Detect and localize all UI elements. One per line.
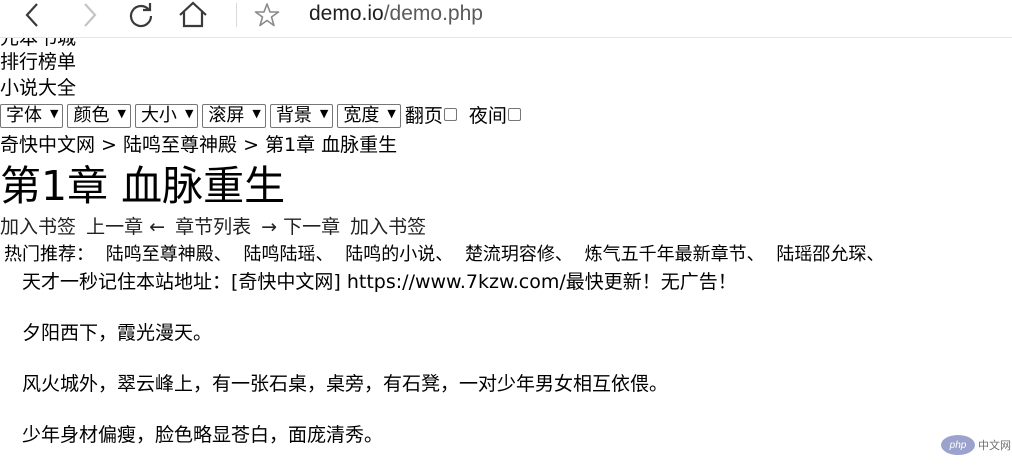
recommend-link[interactable]: 陆鸣至尊神殿、 [106, 244, 232, 265]
content-paragraph: 少年身材偏瘦，脸色略显苍白，面庞清秀。 [22, 424, 384, 446]
chapter-title: 第1章 血脉重生 [0, 162, 286, 210]
url-path: /demo.php [383, 2, 483, 25]
chevron-down-icon: ▼ [387, 107, 396, 120]
night-mode-checkbox[interactable] [507, 108, 521, 121]
hot-recommendations: 热门推荐： 陆鸣至尊神殿、 陆鸣陆瑶、 陆鸣的小说、 楚流玥容修、 炼气五千年最… [4, 243, 884, 267]
width-select[interactable]: 宽度 ▼ [337, 104, 401, 128]
reload-icon [129, 3, 153, 28]
forward-button[interactable] [74, 0, 104, 30]
content-paragraph: 天才一秒记住本站地址：[奇快中文网] https://www.7kzw.com/… [22, 271, 737, 293]
php-logo: php [941, 435, 975, 455]
recommend-link[interactable]: 楚流玥容修、 [465, 244, 573, 265]
page-turn-label: 翻页 [404, 105, 443, 127]
size-select[interactable]: 大小 ▼ [134, 104, 199, 128]
forward-arrow-icon [84, 3, 97, 27]
prev-chapter-link[interactable]: 上一章 ← [86, 216, 165, 238]
width-select-label: 宽度 [343, 105, 380, 126]
bookmark-star-button[interactable] [253, 0, 281, 30]
chevron-down-icon: ▼ [117, 107, 126, 120]
chevron-down-icon: ▼ [50, 107, 59, 120]
url-host: demo.io [309, 2, 384, 25]
font-select-label: 字体 [6, 105, 42, 126]
address-bar[interactable]: demo.io/demo.php [309, 0, 483, 30]
home-button[interactable] [176, 0, 210, 30]
page-turn-option: 翻页 [405, 104, 457, 128]
color-select[interactable]: 颜色 ▼ [67, 104, 131, 128]
toolbar-divider [236, 3, 237, 27]
size-select-label: 大小 [140, 105, 177, 126]
breadcrumb-separator: > [95, 134, 124, 156]
reload-button[interactable] [125, 0, 157, 30]
nav-link-all-novels[interactable]: 小说大全 [0, 76, 76, 100]
breadcrumb-book[interactable]: 陆鸣至尊神殿 [123, 134, 237, 156]
chapter-content: 天才一秒记住本站地址：[奇快中文网] https://www.7kzw.com/… [22, 269, 1002, 473]
recommend-link[interactable]: 陆鸣陆瑶、 [243, 244, 333, 265]
chevron-down-icon: ▼ [184, 107, 194, 120]
page-content: 元本书城 排行榜单 小说大全 字体 ▼ 颜色 ▼ 大小 ▼ 滚屏 ▼ 背景 ▼ … [0, 0, 1012, 457]
chevron-down-icon: ▼ [252, 107, 261, 120]
nav-link-rank[interactable]: 排行榜单 [0, 50, 76, 74]
back-button[interactable] [18, 0, 48, 30]
background-select[interactable]: 背景 ▼ [269, 104, 334, 128]
home-icon [179, 1, 207, 28]
browser-toolbar: demo.io/demo.php [0, 0, 1012, 38]
chapter-navigation: 加入书签 上一章 ← 章节列表 → 下一章 加入书签 [0, 215, 430, 239]
add-bookmark-link[interactable]: 加入书签 [0, 216, 76, 238]
next-chapter-link[interactable]: → 下一章 [261, 216, 340, 238]
scroll-select[interactable]: 滚屏 ▼ [202, 104, 266, 128]
recommend-link[interactable]: 炼气五千年最新章节、 [585, 244, 765, 265]
scroll-select-label: 滚屏 [208, 105, 245, 126]
back-arrow-icon [25, 3, 38, 27]
php-logo-text: php [949, 439, 967, 451]
recommend-label: 热门推荐： [4, 244, 94, 265]
page-turn-checkbox[interactable] [443, 108, 457, 121]
watermark-site-text: 中文网 [978, 439, 1011, 452]
content-paragraph: 风火城外，翠云峰上，有一张石桌，桌旁，有石凳，一对少年男女相互依偎。 [22, 373, 669, 395]
reader-toolbar: 字体 ▼ 颜色 ▼ 大小 ▼ 滚屏 ▼ 背景 ▼ 宽度 ▼ 翻页 夜间 [0, 103, 533, 129]
chapter-list-link[interactable]: 章节列表 [175, 216, 251, 238]
breadcrumb: 奇快中文网 > 陆鸣至尊神殿 > 第1章 血脉重生 [0, 133, 397, 157]
recommend-link[interactable]: 陆瑶邵允琛、 [776, 244, 884, 265]
php-watermark: php 中文网 [941, 435, 1011, 455]
night-mode-label: 夜间 [468, 105, 507, 127]
content-paragraph: 夕阳西下，霞光漫天。 [22, 322, 213, 344]
recommend-link[interactable]: 陆鸣的小说、 [345, 244, 453, 265]
breadcrumb-separator: > [237, 134, 266, 156]
breadcrumb-site[interactable]: 奇快中文网 [0, 134, 95, 156]
background-select-label: 背景 [275, 105, 312, 126]
add-bookmark-link[interactable]: 加入书签 [350, 216, 426, 238]
star-icon [254, 3, 280, 27]
font-select[interactable]: 字体 ▼ [0, 104, 64, 128]
chevron-down-icon: ▼ [319, 107, 329, 120]
color-select-label: 颜色 [73, 105, 110, 126]
night-mode-option: 夜间 [469, 104, 521, 128]
breadcrumb-chapter: 第1章 血脉重生 [265, 134, 398, 156]
